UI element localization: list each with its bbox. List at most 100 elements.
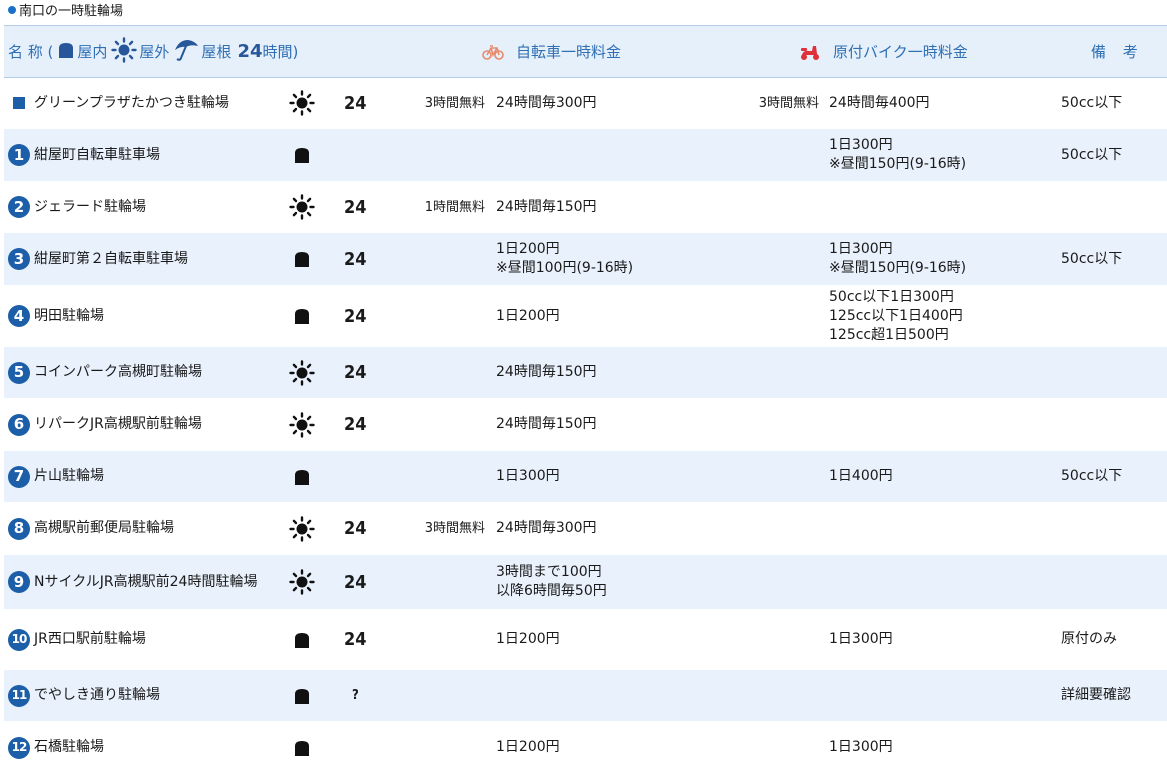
table-row[interactable]: 12 石橋駐輪場 1日200円 1日300円 (4, 722, 1167, 774)
moto-free-time (724, 399, 819, 450)
moto-fee-line: 1日300円 (829, 241, 893, 257)
moto-fee (829, 399, 1044, 450)
bike-free-time: 1時間無料 (424, 199, 485, 215)
indoor-icon (288, 286, 316, 346)
table-row[interactable]: 2 ジェラード駐輪場 24 1時間無料 24時間毎150円 (4, 182, 1167, 233)
sun-icon (288, 555, 316, 609)
bike-fee-line: 1日200円 (496, 631, 560, 647)
table-row[interactable]: 1 紺屋町自転車駐車場 1日300円 ※昼間150円(9-16時) 50cc以下 (4, 129, 1167, 182)
table-row[interactable]: 9 NサイクルJR高槻駅前24時間駐輪場 24 3時間まで100円 以降6時間毎50円 (4, 555, 1167, 610)
moto-fee: 1日400円 (829, 451, 1044, 502)
row-number-cell: 8 (8, 503, 30, 554)
parking-name[interactable]: JR西口駅前駐輪場 (34, 610, 274, 669)
parking-table: 名 称 ( 屋内 屋外 屋根 24 時間) 自転車一時料金 原付バイク一時料金 備… (4, 25, 1167, 774)
parking-name[interactable]: NサイクルJR高槻駅前24時間駐輪場 (34, 555, 274, 609)
moto-free-time: 3時間無料 (758, 95, 819, 111)
moto-free-time (724, 722, 819, 773)
bike-fee-lines: 1日200円 (496, 307, 560, 326)
parking-name[interactable]: 明田駐輪場 (34, 286, 274, 346)
moto-fee-line: ※昼間150円(9-16時) (829, 260, 967, 276)
moto-fee-lines: 50cc以下1日300円 125cc以下1日400円 125cc超1日500円 (829, 288, 963, 345)
hours-24-mark: 24 (344, 305, 367, 327)
note: 50cc以下 (1061, 468, 1123, 484)
parking-name[interactable]: 片山駐輪場 (34, 451, 274, 502)
bike-free-time (370, 233, 485, 285)
table-header: 名 称 ( 屋内 屋外 屋根 24 時間) 自転車一時料金 原付バイク一時料金 備… (4, 25, 1167, 78)
header-time-label: 時間) (262, 43, 299, 61)
header-moto-label: 原付バイク一時料金 (833, 43, 968, 61)
bike-fee: 1日200円 ※昼間100円(9-16時) (496, 233, 726, 285)
note (1061, 503, 1166, 554)
table-row[interactable]: 11 でやしき通り駐輪場? 詳細要確認 (4, 670, 1167, 722)
sun-icon (111, 36, 138, 67)
number-badge: 6 (8, 413, 30, 436)
parking-name[interactable]: 石橋駐輪場 (34, 722, 274, 773)
bike-fee (496, 129, 726, 181)
moto-fee: 24時間毎400円 (829, 78, 1044, 128)
bike-fee-line: 24時間毎150円 (496, 416, 597, 432)
bike-fee-line: ※昼間100円(9-16時) (496, 260, 634, 276)
bike-free-time (370, 610, 485, 669)
bike-fee-lines: 24時間毎150円 (496, 415, 597, 434)
bike-fee-line: 24時間毎150円 (496, 198, 597, 215)
bike-free-time: 3時間無料 (424, 521, 485, 536)
moto-fee (829, 503, 1044, 554)
bike-free-time (370, 399, 485, 450)
moto-fee: 1日300円 (829, 722, 1044, 773)
section-title-text: 南口の一時駐輪場 (19, 4, 124, 19)
moto-free-time (724, 670, 819, 721)
table-row[interactable]: 6 リパークJR高槻駅前駐輪場 24 24時間毎150円 (4, 399, 1167, 451)
moto-fee: 50cc以下1日300円 125cc以下1日400円 125cc超1日500円 (829, 286, 1044, 346)
parking-name[interactable]: グリーンプラザたかつき駐輪場 (34, 78, 274, 128)
indoor-icon (288, 670, 316, 721)
parking-name[interactable]: ジェラード駐輪場 (34, 182, 274, 232)
parking-name[interactable]: コインパーク高槻町駐輪場 (34, 347, 274, 398)
parking-name[interactable]: 高槻駅前郵便局駐輪場 (34, 503, 274, 554)
table-row[interactable]: 8 高槻駅前郵便局駐輪場 24 3時間無料 24時間毎300円 (4, 503, 1167, 555)
parking-name[interactable]: リパークJR高槻駅前駐輪場 (34, 399, 274, 450)
moto-free-time (724, 503, 819, 554)
hours-24-mark: 24 (344, 414, 367, 435)
parking-name[interactable]: でやしき通り駐輪場 (34, 670, 274, 721)
moto-fee-line: 50cc以下1日300円 (829, 288, 954, 305)
moto-fee: 1日300円 (829, 610, 1044, 669)
header-24-label: 24 (237, 41, 263, 62)
moto-free-time (724, 182, 819, 232)
table-row[interactable]: 4 明田駐輪場 24 1日200円 50cc以下1日300円 125cc以下1日400円 1… (4, 286, 1167, 347)
scooter-icon (801, 45, 819, 60)
bike-free-time (370, 347, 485, 398)
bike-fee-line: 1日200円 (496, 241, 560, 257)
moto-fee (829, 555, 1044, 609)
bike-fee-line: 以降6時間毎50円 (496, 583, 607, 599)
hours-24-mark: 24 (344, 196, 367, 218)
row-number-cell: 3 (8, 233, 30, 285)
bike-fee-lines: 24時間毎150円 (496, 198, 597, 217)
indoor-icon (288, 129, 316, 181)
bicycle-icon (482, 44, 504, 60)
table-row[interactable]: 3 紺屋町第２自転車駐車場 24 1日200円 ※昼間100円(9-16時) 1日300円… (4, 233, 1167, 286)
bike-fee (496, 670, 726, 721)
note: 原付のみ (1061, 631, 1117, 647)
bike-fee-line: 24時間毎300円 (496, 94, 597, 111)
parking-name[interactable]: 紺屋町第２自転車駐車場 (34, 233, 274, 285)
table-row[interactable]: グリーンプラザたかつき駐輪場 24 3時間無料 24時間毎300円 3時間無料 24時間毎… (4, 78, 1167, 129)
table-row[interactable]: 10 JR西口駅前駐輪場 24 1日200円 1日300円 原付のみ (4, 610, 1167, 670)
number-badge: 9 (8, 571, 30, 593)
table-row[interactable]: 5 コインパーク高槻町駐輪場 24 24時間毎150円 (4, 347, 1167, 399)
note: 詳細要確認 (1061, 687, 1131, 703)
header-bike-label: 自転車一時料金 (516, 43, 622, 61)
parking-name[interactable]: 紺屋町自転車駐車場 (34, 129, 274, 181)
note (1061, 722, 1166, 773)
header-bike: 自転車一時料金 (482, 26, 621, 77)
table-row[interactable]: 7 片山駐輪場 1日300円 1日400円 50cc以下 (4, 451, 1167, 503)
header-note: 備 考 (1091, 43, 1144, 61)
hours-24-mark (344, 451, 368, 502)
header-name: 名 称 ( 屋内 屋外 屋根 24 時間) (8, 26, 298, 77)
indoor-icon (288, 451, 316, 502)
sun-icon (288, 347, 316, 398)
moto-fee-line: 1日400円 (829, 468, 893, 484)
bike-fee-lines: 24時間毎150円 (496, 363, 597, 382)
bike-fee: 24時間毎150円 (496, 182, 726, 232)
hours-24-mark: 24 (344, 518, 367, 539)
note (1061, 347, 1166, 398)
